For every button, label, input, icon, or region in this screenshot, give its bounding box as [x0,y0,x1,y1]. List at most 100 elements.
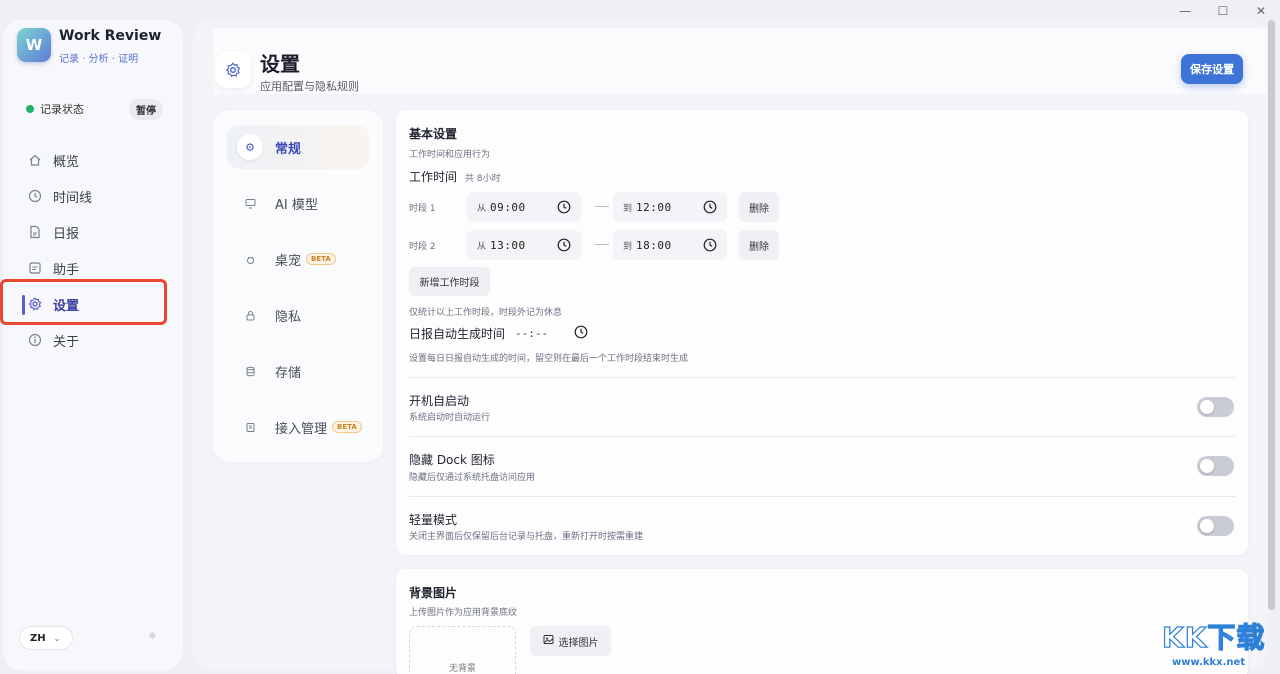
beta-badge: BETA [332,421,362,433]
sidebar-item-label: 助手 [53,262,80,278]
pause-button[interactable]: 暂停 [129,98,163,120]
button-label: 选择图片 [558,637,599,649]
home-icon [27,152,43,168]
theme-toggle-icon[interactable]: ☼ [148,631,157,642]
tab-general[interactable]: ⚙ 常规 [227,125,369,169]
option-subtitle: 隐藏后仅通过系统托盘访问应用 [409,473,536,483]
monitor-icon [237,190,263,216]
close-button[interactable]: ✕ [1242,2,1280,20]
clock-icon[interactable] [703,237,717,256]
lightweight-mode-toggle[interactable] [1197,516,1234,536]
clock-icon[interactable] [574,324,588,343]
main-panel: 设置 应用配置与隐私规则 保存设置 ⚙ 常规 AI 模型 桌宠 BETA 隐私 [193,20,1267,674]
tab-label: 存储 [275,365,302,381]
watermark-logo: KK下载 www.kkx.net [1161,620,1266,668]
background-image-card: 背景图片 上传图片作为应用背景底纹 无背景 选择图片 [396,569,1248,674]
record-status-label: 记录状态 [40,103,84,116]
time-value: 09:00 [490,200,526,214]
report-time-input[interactable]: --:-- [515,327,548,340]
tab-ai-model[interactable]: AI 模型 [227,181,369,225]
beta-badge: BETA [306,253,336,265]
language-select[interactable]: ZH ⌄ [19,626,73,650]
scrollbar[interactable] [1268,20,1275,610]
sidebar: W Work Review 记录 · 分析 · 证明 记录状态 暂停 概览 时间… [3,20,183,670]
hide-dock-toggle[interactable] [1197,456,1234,476]
slot-start-time-input[interactable]: 从 13:00 [467,230,581,260]
database-icon [237,358,263,384]
section-title: 背景图片 [409,586,458,600]
sidebar-item-about[interactable]: 关于 [3,322,183,358]
report-time-row: 日报自动生成时间 --:-- [409,324,588,343]
section-title: 基本设置 [409,127,458,141]
delete-slot-button[interactable]: 删除 [739,192,779,222]
sidebar-item-label: 时间线 [53,190,93,206]
tab-desktop-pet[interactable]: 桌宠 BETA [227,237,369,281]
work-slot: 时段 2 从 13:00 到 18:00 删除 [409,230,789,260]
sidebar-item-timeline[interactable]: 时间线 [3,178,183,214]
save-settings-button[interactable]: 保存设置 [1181,54,1243,84]
record-status: 记录状态 暂停 [23,98,163,120]
sidebar-nav: 概览 时间线 日报 助手 设置 关于 [3,142,183,358]
sidebar-item-overview[interactable]: 概览 [3,142,183,178]
settings-gear-icon [215,52,251,88]
clock-icon[interactable] [557,237,571,256]
tab-label: 桌宠 [275,253,302,269]
time-value: 12:00 [636,200,672,214]
report-time-title: 日报自动生成时间 [409,327,506,341]
sidebar-item-label: 关于 [53,334,80,350]
tab-label: 接入管理 [275,421,328,437]
tab-label: 隐私 [275,309,302,325]
option-subtitle: 系统启动时自动运行 [409,413,491,423]
clock-icon [27,188,43,204]
lock-icon [237,302,263,328]
app-tagline: 记录 · 分析 · 证明 [59,54,139,65]
settings-subnav: ⚙ 常规 AI 模型 桌宠 BETA 隐私 存储 接入管理 BETA [213,110,383,462]
maximize-button[interactable]: ☐ [1204,2,1242,20]
tab-privacy[interactable]: 隐私 [227,293,369,337]
minimize-button[interactable]: — [1166,2,1204,20]
tab-label: 常规 [275,141,302,157]
section-subtitle: 工作时间和应用行为 [409,150,491,160]
slot-end-time-input[interactable]: 到 18:00 [613,230,727,260]
slot-start-time-input[interactable]: 从 09:00 [467,192,581,222]
basic-settings-card: 基本设置 工作时间和应用行为 工作时间 共 8小时 时段 1 从 09:00 到… [396,110,1248,555]
tab-integrations[interactable]: 接入管理 BETA [227,405,369,449]
plug-icon [237,414,263,440]
slot-hint: 仅统计以上工作时段，时段外记为休息 [409,308,563,318]
time-value: 18:00 [636,238,672,252]
app-name: Work Review [59,28,162,44]
range-separator [595,244,609,245]
range-separator [595,206,609,207]
choose-image-button[interactable]: 选择图片 [530,626,611,656]
tab-storage[interactable]: 存储 [227,349,369,393]
document-icon [27,224,43,240]
option-title: 轻量模式 [409,513,458,527]
divider [409,436,1235,437]
page-subtitle: 应用配置与隐私规则 [260,80,359,93]
chevron-down-icon: ⌄ [53,633,61,643]
status-dot-icon [26,105,34,113]
add-work-slot-button[interactable]: 新增工作时段 [409,267,490,296]
work-slot: 时段 1 从 09:00 到 12:00 删除 [409,192,789,222]
slot-end-time-input[interactable]: 到 12:00 [613,192,727,222]
section-subtitle: 上传图片作为应用背景底纹 [409,608,518,618]
time-value: 13:00 [490,238,526,252]
divider [409,377,1235,378]
tab-label: AI 模型 [275,197,318,213]
delete-slot-button[interactable]: 删除 [739,230,779,260]
sidebar-item-label: 日报 [53,226,80,242]
image-icon [543,634,554,648]
clock-icon[interactable] [557,199,571,218]
option-title: 开机自启动 [409,394,470,408]
sidebar-item-daily-report[interactable]: 日报 [3,214,183,250]
pet-icon [237,246,263,272]
divider [409,496,1235,497]
option-title: 隐藏 Dock 图标 [409,453,495,467]
app-logo: W [17,28,51,62]
background-preview: 无背景 [409,626,516,674]
autostart-toggle[interactable] [1197,397,1234,417]
report-time-hint: 设置每日日报自动生成的时间，留空则在最后一个工作时段结束时生成 [409,354,689,364]
gear-icon: ⚙ [237,134,263,160]
work-time-total: 共 8小时 [465,174,501,184]
clock-icon[interactable] [703,199,717,218]
